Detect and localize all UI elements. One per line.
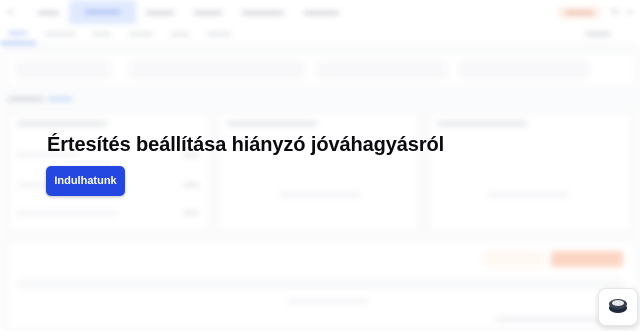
help-widget-button[interactable] — [598, 288, 638, 326]
start-button[interactable]: Indulhatunk — [46, 166, 125, 196]
support-widget-icon — [606, 293, 630, 322]
onboarding-overlay: Értesítés beállítása hiányzó jóváhagyásr… — [0, 0, 640, 331]
onboarding-title: Értesítés beállítása hiányzó jóváhagyásr… — [47, 134, 445, 156]
